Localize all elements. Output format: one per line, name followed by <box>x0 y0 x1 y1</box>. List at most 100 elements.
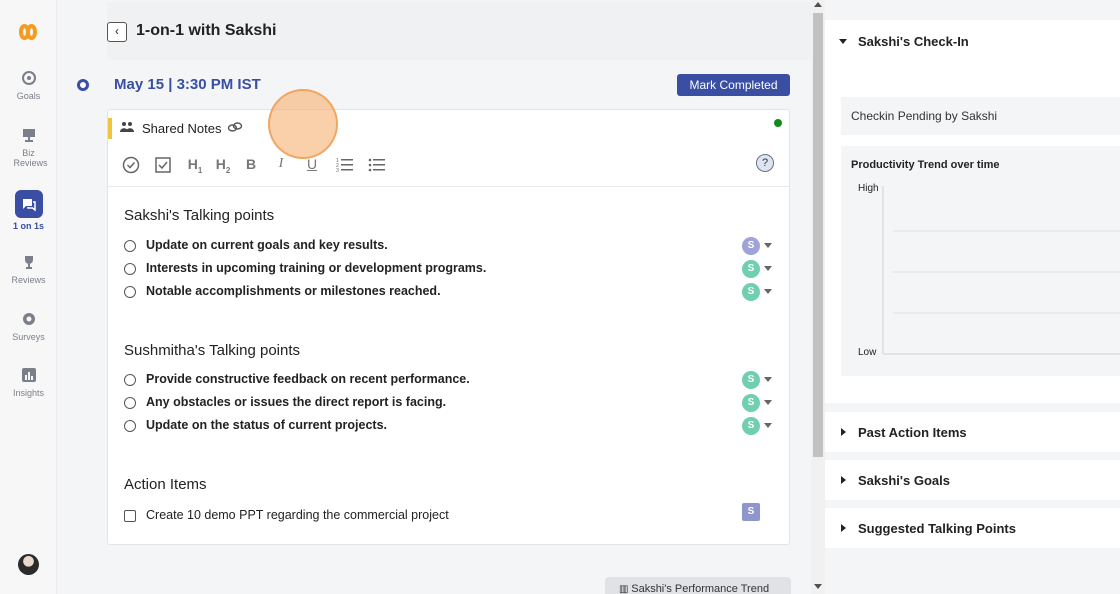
logo-icon[interactable] <box>15 20 41 44</box>
talking-point-item[interactable]: Update on the status of current projects… <box>124 417 774 435</box>
radio-button[interactable] <box>124 420 136 432</box>
assignee-avatar: S <box>742 371 760 389</box>
section-title: Sushmitha's Talking points <box>124 342 301 359</box>
expand-icon[interactable] <box>841 428 846 436</box>
scroll-down-icon[interactable] <box>814 584 822 589</box>
assignee-avatar: S <box>742 283 760 301</box>
item-text: Update on the status of current projects… <box>146 418 388 432</box>
bold-button[interactable]: B <box>244 156 258 174</box>
nav-label: Insights <box>12 388 45 398</box>
trend-gridlines <box>882 186 1120 355</box>
caret-down-icon <box>764 423 772 428</box>
assignee-avatar: S <box>742 394 760 412</box>
people-icon <box>120 122 134 132</box>
nav-item-goals[interactable]: Goals <box>0 70 57 101</box>
editor-toolbar: H1 H2 B I U 123 ? <box>108 145 789 187</box>
item-text: Update on current goals and key results. <box>146 238 388 252</box>
nav-label: Reviews <box>11 275 46 285</box>
assignee-dropdown[interactable]: S <box>742 283 772 301</box>
expand-icon[interactable] <box>841 476 846 484</box>
help-button[interactable]: ? <box>756 154 774 172</box>
expand-icon[interactable] <box>841 524 846 532</box>
item-text: Create 10 demo PPT regarding the commerc… <box>146 508 449 522</box>
online-status-dot <box>774 119 782 127</box>
talking-point-item[interactable]: Notable accomplishments or milestones re… <box>124 283 774 301</box>
back-button[interactable]: ‹ <box>107 22 127 42</box>
meeting-date: May 15 | 3:30 PM IST <box>114 76 261 93</box>
trend-high-label: High <box>858 183 879 194</box>
radio-button[interactable] <box>124 263 136 275</box>
caret-down-icon <box>764 400 772 405</box>
bullet-list-icon[interactable] <box>368 156 386 174</box>
assignee-dropdown[interactable]: S <box>742 394 772 412</box>
nav-label: Biz Reviews <box>13 148 48 168</box>
survey-icon <box>22 313 35 325</box>
suggested-title[interactable]: Suggested Talking Points <box>858 521 1016 536</box>
svg-text:3: 3 <box>336 168 339 174</box>
caret-down-icon <box>764 243 772 248</box>
checkin-status: Checkin Pending by Sakshi <box>841 97 1120 135</box>
item-text: Provide constructive feedback on recent … <box>146 372 470 386</box>
timeline-dot <box>77 79 89 91</box>
nav-label: Goals <box>16 91 41 101</box>
card-accent <box>108 118 112 139</box>
nav-item-surveys[interactable]: Surveys <box>0 311 57 342</box>
nav-label: 1 on 1s <box>12 221 44 231</box>
assignee-dropdown[interactable]: S <box>742 260 772 278</box>
item-text: Notable accomplishments or milestones re… <box>146 284 441 298</box>
right-panel: Sakshi's Check-In Checkin Pending by Sak… <box>825 0 1120 594</box>
checkbox[interactable] <box>124 510 136 522</box>
checkin-title[interactable]: Sakshi's Check-In <box>858 34 969 49</box>
collapse-icon[interactable] <box>839 39 847 44</box>
performance-trend-tab[interactable]: ▥ Sakshi's Performance Trend <box>605 577 791 594</box>
ordered-list-icon[interactable]: 123 <box>336 156 354 174</box>
checkbox-icon[interactable] <box>155 156 171 174</box>
main-scrollbar[interactable] <box>811 0 825 594</box>
talking-point-item[interactable]: Update on current goals and key results.… <box>124 237 774 255</box>
nav-item-1-on-1s[interactable]: 1 on 1s <box>0 190 57 231</box>
talking-point-item[interactable]: Any obstacles or issues the direct repor… <box>124 394 774 412</box>
action-item[interactable]: Create 10 demo PPT regarding the commerc… <box>124 503 774 525</box>
section-title: Sakshi's Talking points <box>124 207 275 224</box>
left-nav: Goals Biz Reviews 1 on 1s Reviews Survey… <box>0 0 57 594</box>
nav-label: Surveys <box>12 332 45 342</box>
scroll-up-icon[interactable] <box>814 2 822 7</box>
nav-item-insights[interactable]: Insights <box>0 367 57 398</box>
avatar[interactable] <box>18 554 39 575</box>
nav-item-biz-reviews[interactable]: Biz Reviews <box>0 127 57 168</box>
talking-point-item[interactable]: Provide constructive feedback on recent … <box>124 371 774 389</box>
section-title: Action Items <box>124 476 207 493</box>
suggested-talking-points-section[interactable]: Suggested Talking Points <box>825 508 1120 548</box>
past-action-items-section[interactable]: Past Action Items <box>825 412 1120 452</box>
main-content: ‹ 1-on-1 with Sakshi May 15 | 3:30 PM IS… <box>57 0 839 594</box>
bar-chart-icon <box>21 368 36 382</box>
caret-down-icon <box>764 266 772 271</box>
performance-trend-label: Sakshi's Performance Trend <box>631 583 770 594</box>
link-icon[interactable] <box>227 121 243 133</box>
shared-notes-label: Shared Notes <box>142 121 222 136</box>
heading2-button[interactable]: H2 <box>212 156 234 175</box>
nav-item-reviews[interactable]: Reviews <box>0 254 57 285</box>
heading1-button[interactable]: H1 <box>184 156 206 175</box>
shared-notes-card: Shared Notes H1 H2 B I U 123 ? Sakshi's … <box>107 109 790 545</box>
caret-down-icon <box>764 377 772 382</box>
trend-title: Productivity Trend over time <box>851 159 1000 171</box>
assignee-avatar[interactable]: S <box>742 503 760 521</box>
radio-button[interactable] <box>124 240 136 252</box>
scroll-thumb[interactable] <box>813 13 823 457</box>
assignee-dropdown[interactable]: S <box>742 237 772 255</box>
goals-section[interactable]: Sakshi's Goals <box>825 460 1120 500</box>
mark-completed-button[interactable]: Mark Completed <box>677 74 790 96</box>
assignee-dropdown[interactable]: S <box>742 417 772 435</box>
past-action-items-title[interactable]: Past Action Items <box>858 425 967 440</box>
goals-title[interactable]: Sakshi's Goals <box>858 473 950 488</box>
target-icon <box>21 71 36 85</box>
radio-button[interactable] <box>124 374 136 386</box>
italic-button[interactable]: I <box>274 156 288 174</box>
assignee-dropdown[interactable]: S <box>742 371 772 389</box>
radio-button[interactable] <box>124 286 136 298</box>
assignee-avatar: S <box>742 260 760 278</box>
talking-point-item[interactable]: Interests in upcoming training or develo… <box>124 260 774 278</box>
check-circle-icon[interactable] <box>122 156 140 174</box>
radio-button[interactable] <box>124 397 136 409</box>
